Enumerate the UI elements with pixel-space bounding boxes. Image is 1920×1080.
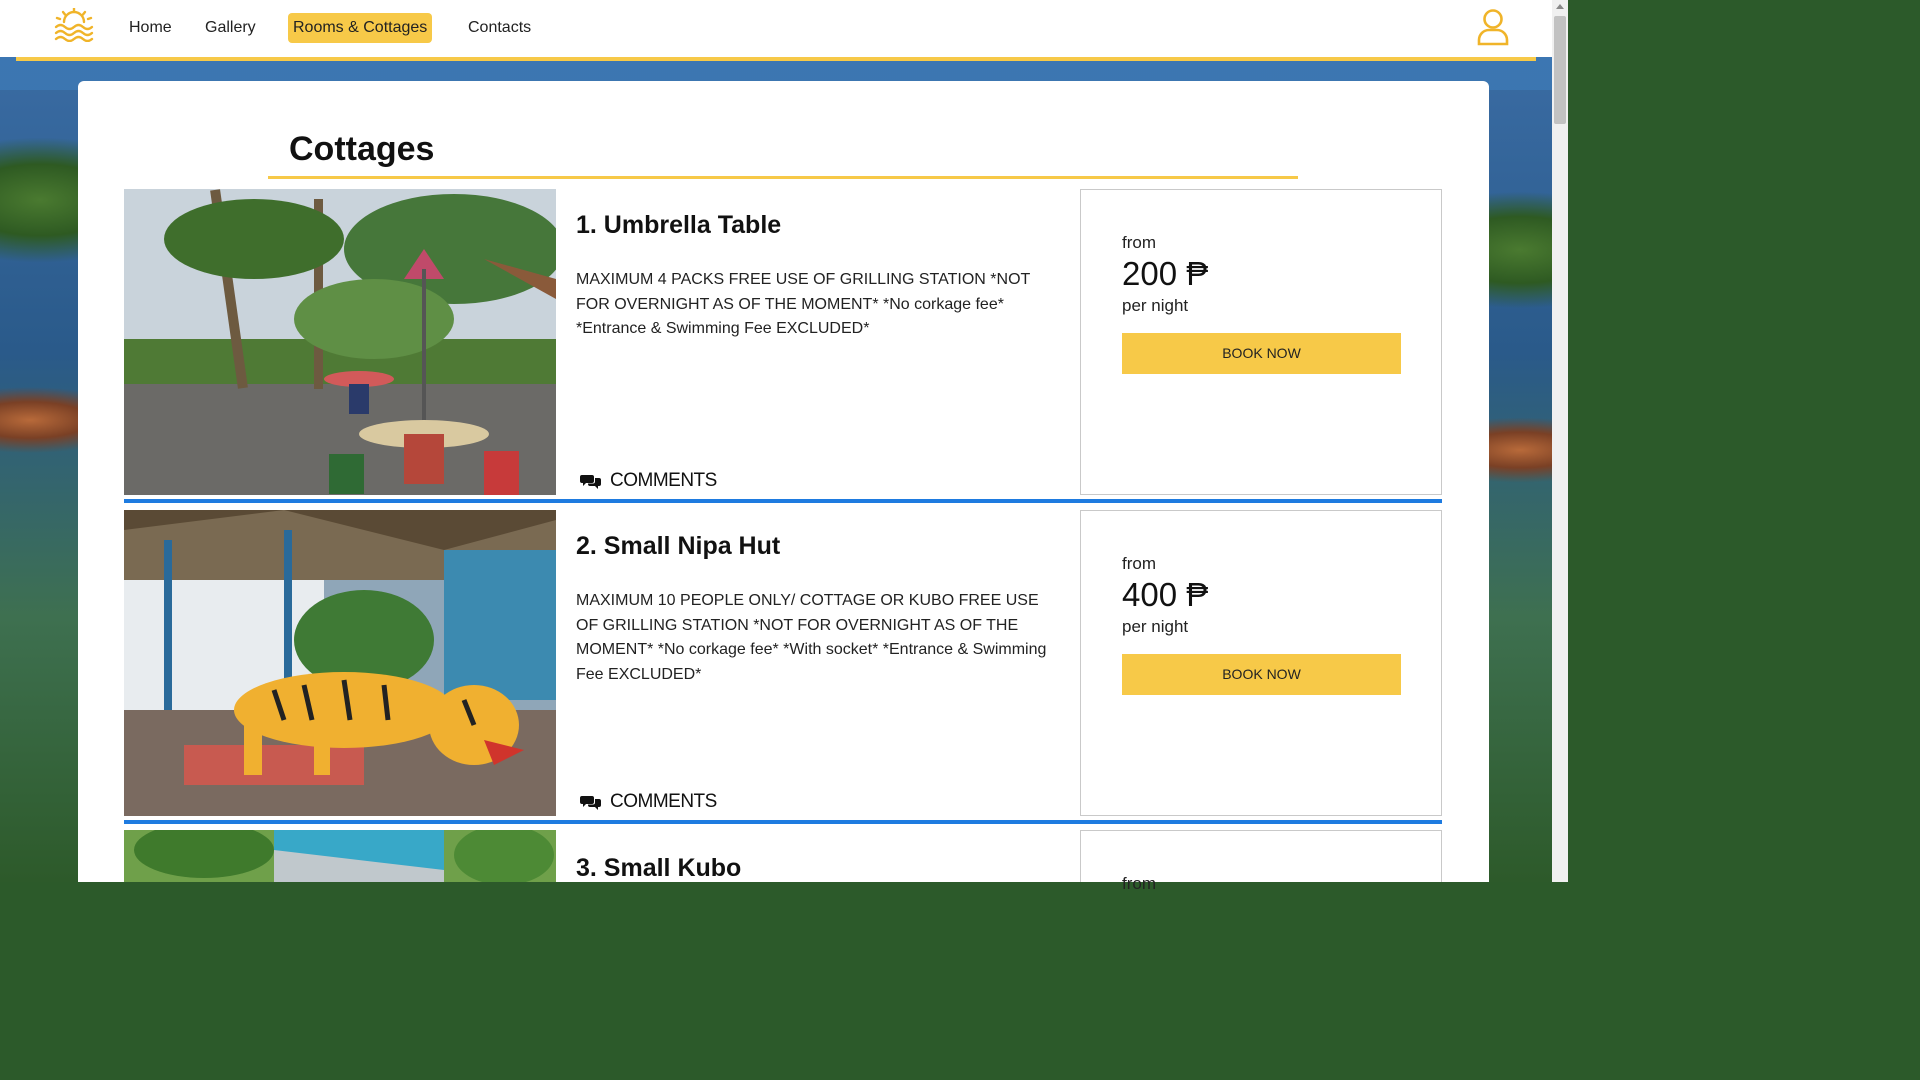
comments-icon	[580, 475, 601, 489]
row-divider	[124, 499, 1442, 503]
cottage-name: 2. Small Nipa Hut	[576, 532, 781, 560]
price-value: 200 ₱	[1122, 255, 1209, 292]
comments-link[interactable]: COMMENTS	[580, 469, 717, 493]
from-label: from	[1122, 233, 1156, 252]
cottage-name: 3. Small Kubo	[576, 854, 742, 882]
comments-label: COMMENTS	[610, 791, 717, 812]
page-title: Cottages	[289, 130, 435, 168]
sun-waves-logo-icon[interactable]	[54, 8, 94, 42]
title-underline	[268, 176, 1298, 179]
book-now-button[interactable]: BOOK NOW	[1122, 654, 1401, 695]
cottage-photo[interactable]	[124, 510, 556, 816]
cottage-name: 1. Umbrella Table	[576, 211, 782, 239]
navbar-underline	[16, 57, 1536, 61]
nav-contacts[interactable]: Contacts	[463, 13, 536, 43]
row-divider	[124, 820, 1442, 824]
nav-gallery[interactable]: Gallery	[200, 13, 261, 43]
scrollbar-thumb[interactable]	[1554, 16, 1566, 124]
user-account-icon[interactable]	[1476, 8, 1510, 46]
per-night-label: per night	[1122, 296, 1189, 315]
cottage-photo[interactable]	[124, 830, 556, 882]
price-box: from 400 ₱ per night BOOK NOW	[1080, 510, 1442, 816]
scroll-up-arrow-icon[interactable]	[1556, 4, 1564, 9]
price-box: from	[1080, 830, 1442, 893]
from-label: from	[1122, 554, 1156, 573]
scrollbar[interactable]	[1552, 0, 1568, 882]
cottage-photo[interactable]	[124, 189, 556, 495]
cottage-description: MAXIMUM 10 PEOPLE ONLY/ COTTAGE OR KUBO …	[576, 592, 1047, 683]
price-box: from 200 ₱ per night BOOK NOW	[1080, 189, 1442, 495]
comments-icon	[580, 796, 601, 810]
book-now-button[interactable]: BOOK NOW	[1122, 333, 1401, 374]
price-value: 400 ₱	[1122, 576, 1209, 613]
cottage-description: MAXIMUM 4 PACKS FREE USE OF GRILLING STA…	[576, 271, 1030, 337]
comments-label: COMMENTS	[610, 470, 717, 491]
per-night-label: per night	[1122, 617, 1189, 636]
from-label: from	[1122, 874, 1156, 893]
comments-link[interactable]: COMMENTS	[580, 790, 717, 814]
nav-home[interactable]: Home	[124, 13, 177, 43]
nav-rooms-cottages[interactable]: Rooms & Cottages	[288, 13, 433, 43]
navbar: Home Gallery Rooms & Cottages Contacts	[0, 0, 1552, 57]
